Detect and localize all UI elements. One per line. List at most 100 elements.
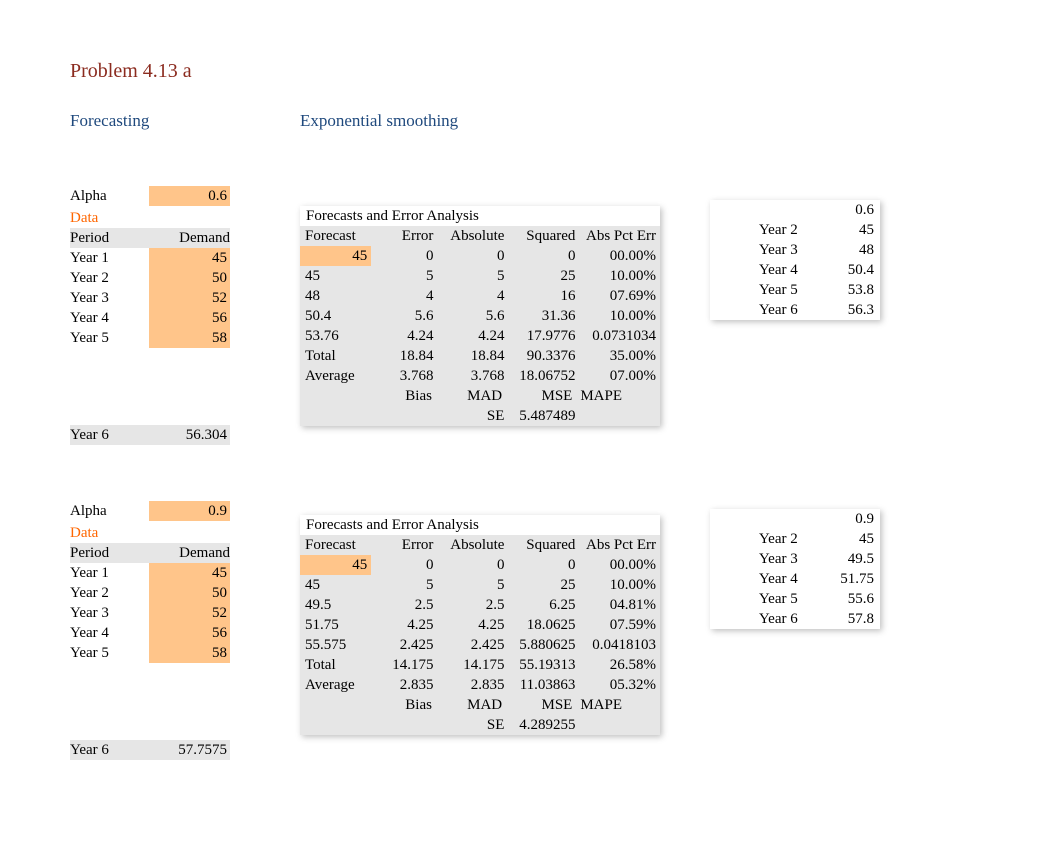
- alpha-input[interactable]: 0.6: [149, 186, 231, 206]
- demand-input[interactable]: 50: [149, 268, 231, 288]
- pct-cell: 00.00%: [579, 555, 660, 575]
- col-absolute: Absolute: [437, 535, 508, 555]
- total-abs: 18.84: [437, 346, 508, 366]
- abs-cell: 4.25: [437, 615, 508, 635]
- period-label: Year 5: [70, 643, 149, 663]
- summary-val: 56.3: [806, 300, 880, 320]
- total-label: Total: [300, 346, 371, 366]
- alpha-label: Alpha: [70, 186, 149, 206]
- forecast-cell: 45: [300, 246, 371, 266]
- total-sq: 55.19313: [508, 655, 579, 675]
- mape-label: MAPE: [576, 386, 660, 406]
- summary-val: 57.8: [806, 609, 880, 629]
- se-label: SE: [437, 715, 508, 735]
- col-error: Error: [371, 535, 437, 555]
- avg-error: 3.768: [371, 366, 437, 386]
- analysis-table-2: Forecasts and Error Analysis Forecast Er…: [300, 515, 660, 735]
- analysis-header: Forecast Error Absolute Squared Abs Pct …: [300, 226, 660, 246]
- demand-input[interactable]: 50: [149, 583, 231, 603]
- abs-cell: 2.425: [437, 635, 508, 655]
- summary-year: Year 5: [710, 589, 806, 609]
- col-squared: Squared: [508, 535, 579, 555]
- method-label: Exponential smoothing: [300, 111, 458, 131]
- total-sq: 90.3376: [508, 346, 579, 366]
- pct-cell: 04.81%: [579, 595, 660, 615]
- year6-forecast: 57.7575: [149, 740, 231, 760]
- forecast-cell: 50.4: [300, 306, 371, 326]
- demand-input[interactable]: 58: [149, 328, 231, 348]
- error-cell: 0: [371, 246, 437, 266]
- abs-cell: 0: [437, 555, 508, 575]
- forecast-cell: 48: [300, 286, 371, 306]
- sq-cell: 6.25: [508, 595, 579, 615]
- forecast-cell: 53.76: [300, 326, 371, 346]
- avg-abs: 3.768: [437, 366, 508, 386]
- year6-label: Year 6: [70, 425, 149, 445]
- alpha-input[interactable]: 0.9: [149, 501, 231, 521]
- page: Problem 4.13 a Forecasting Exponential s…: [0, 0, 1062, 856]
- forecast-cell: 45: [300, 575, 371, 595]
- summary-year: Year 5: [710, 280, 806, 300]
- total-error: 14.175: [371, 655, 437, 675]
- col-abspcterr: Abs Pct Err: [579, 535, 660, 555]
- period-label: Year 4: [70, 308, 149, 328]
- error-cell: 4: [371, 286, 437, 306]
- col-squared: Squared: [508, 226, 579, 246]
- summary-box-1: 0.6 Year 245 Year 348 Year 450.4 Year 55…: [710, 200, 880, 320]
- demand-input[interactable]: 52: [149, 603, 231, 623]
- data-label: Data: [70, 523, 150, 543]
- col-forecast: Forecast: [300, 226, 371, 246]
- summary-year: Year 4: [710, 569, 806, 589]
- demand-input[interactable]: 56: [149, 308, 231, 328]
- analysis-title: Forecasts and Error Analysis: [300, 206, 660, 226]
- error-cell: 2.425: [371, 635, 437, 655]
- summary-box-2: 0.9 Year 245 Year 349.5 Year 451.75 Year…: [710, 509, 880, 629]
- avg-abs: 2.835: [437, 675, 508, 695]
- total-pct: 35.00%: [579, 346, 660, 366]
- summary-year: Year 3: [710, 240, 806, 260]
- input-panel-1: Alpha 0.6 Data Period Demand Year 145 Ye…: [70, 186, 230, 445]
- page-title: Problem 4.13 a: [70, 60, 1062, 83]
- total-label: Total: [300, 655, 371, 675]
- sq-cell: 16: [508, 286, 579, 306]
- col-absolute: Absolute: [437, 226, 508, 246]
- col-error: Error: [371, 226, 437, 246]
- sq-cell: 0: [508, 246, 579, 266]
- summary-year: Year 2: [710, 529, 806, 549]
- error-cell: 5: [371, 266, 437, 286]
- demand-input[interactable]: 56: [149, 623, 231, 643]
- summary-val: 50.4: [806, 260, 880, 280]
- total-error: 18.84: [371, 346, 437, 366]
- avg-sq: 18.06752: [508, 366, 579, 386]
- year6-forecast: 56.304: [149, 425, 231, 445]
- period-header: Period: [70, 228, 150, 248]
- pct-cell: 07.59%: [579, 615, 660, 635]
- period-label: Year 4: [70, 623, 149, 643]
- avg-pct: 07.00%: [579, 366, 660, 386]
- period-label: Year 1: [70, 248, 149, 268]
- mse-label: MSE: [506, 695, 576, 715]
- data-label: Data: [70, 208, 150, 228]
- summary-alpha: 0.9: [806, 509, 880, 529]
- summary-year: Year 2: [710, 220, 806, 240]
- forecast-cell: 45: [300, 266, 371, 286]
- average-label: Average: [300, 675, 371, 695]
- demand-input[interactable]: 52: [149, 288, 231, 308]
- abs-cell: 2.5: [437, 595, 508, 615]
- summary-year: Year 6: [710, 609, 806, 629]
- error-cell: 5: [371, 575, 437, 595]
- pct-cell: 10.00%: [579, 575, 660, 595]
- se-value: 4.289255: [508, 715, 579, 735]
- abs-cell: 5: [437, 575, 508, 595]
- error-cell: 4.25: [371, 615, 437, 635]
- summary-year: Year 3: [710, 549, 806, 569]
- demand-input[interactable]: 45: [149, 248, 231, 268]
- demand-input[interactable]: 45: [149, 563, 231, 583]
- mse-label: MSE: [506, 386, 576, 406]
- pct-cell: 10.00%: [579, 306, 660, 326]
- sq-cell: 5.880625: [508, 635, 579, 655]
- analysis-title: Forecasts and Error Analysis: [300, 515, 660, 535]
- summary-alpha: 0.6: [806, 200, 880, 220]
- demand-input[interactable]: 58: [149, 643, 231, 663]
- se-value: 5.487489: [508, 406, 579, 426]
